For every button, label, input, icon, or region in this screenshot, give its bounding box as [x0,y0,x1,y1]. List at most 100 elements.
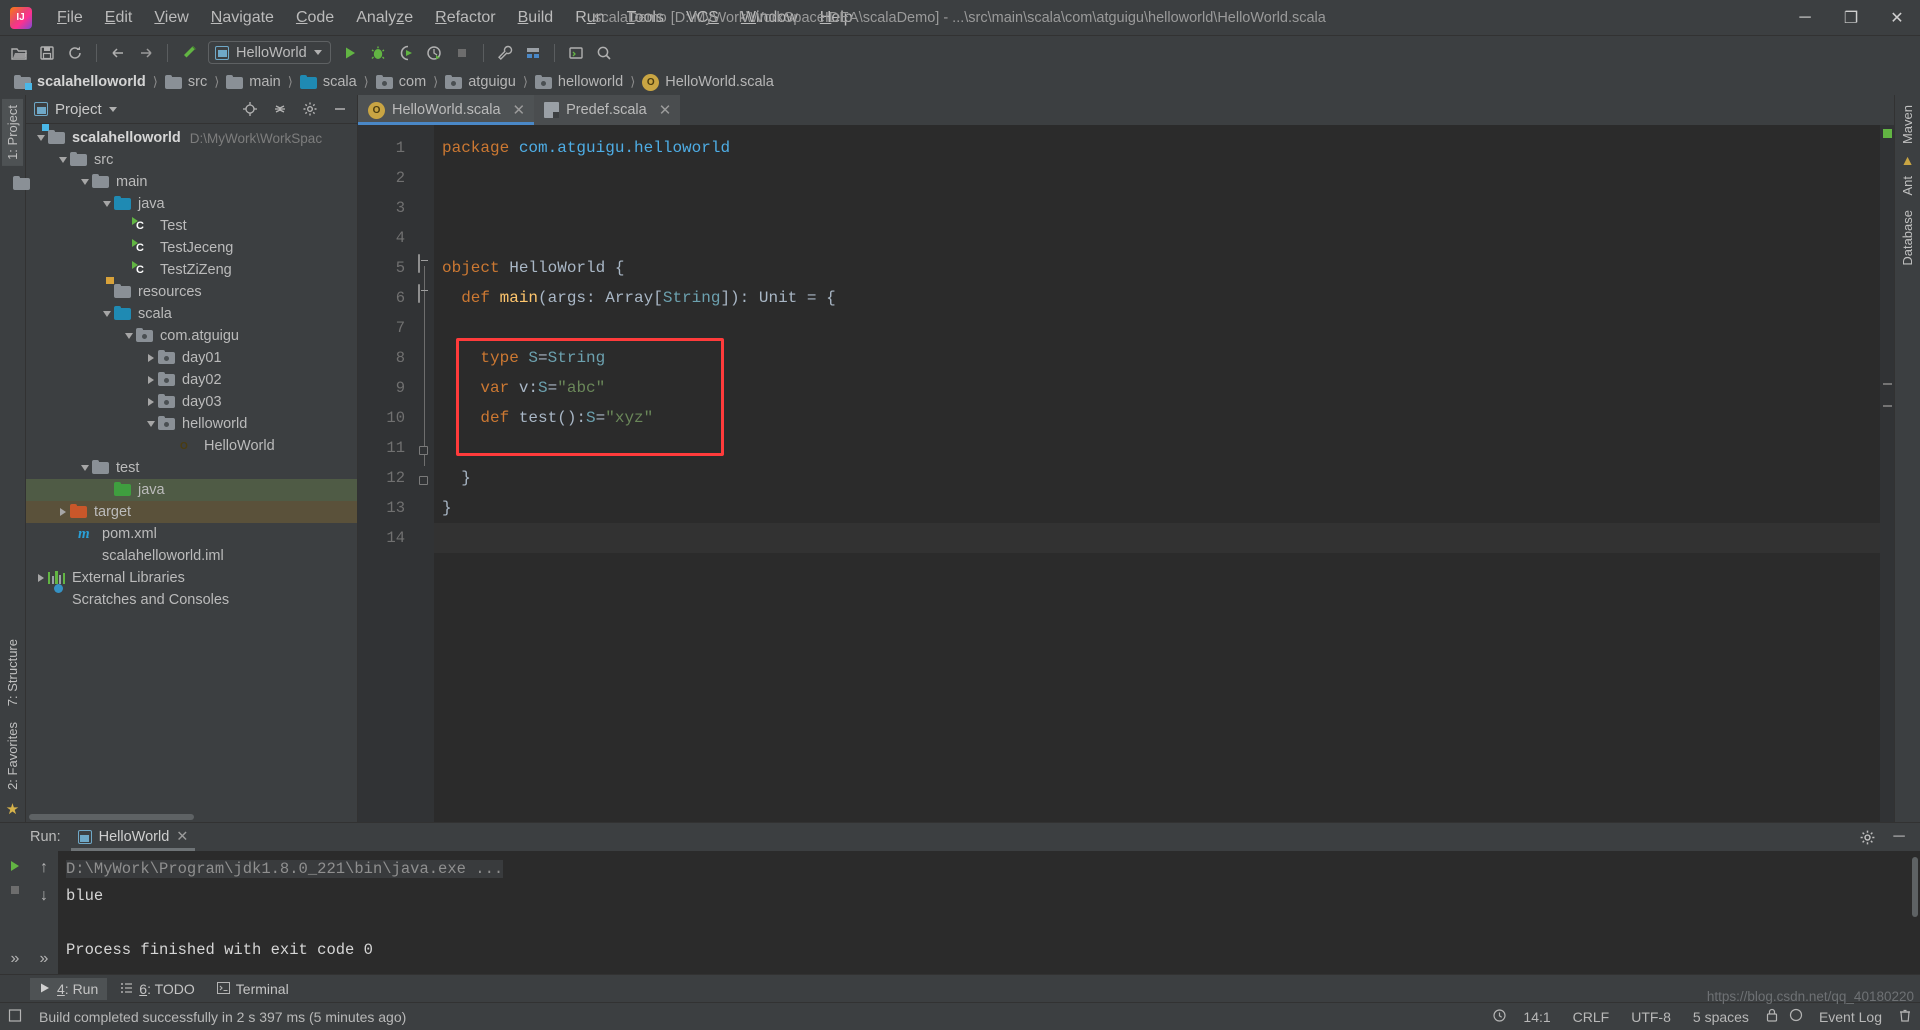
tool-tab-todo[interactable]: 6: TODO [111,978,204,1000]
expand2-icon[interactable]: » [33,948,55,970]
locate-icon[interactable] [239,98,261,120]
close-button[interactable]: ✕ [1874,0,1920,36]
tree-item-resources[interactable]: resources [26,277,357,303]
fold-object-icon[interactable] [418,254,430,466]
sidebar-tab-favorites[interactable]: 2: Favorites [2,716,23,796]
close-icon[interactable]: ✕ [513,101,526,119]
hide-icon[interactable] [329,98,351,120]
menu-item-code[interactable]: Code [285,4,345,32]
back-icon[interactable] [105,40,131,66]
chevron-down-icon[interactable] [108,106,117,112]
tree-item-main[interactable]: main [26,171,357,193]
up-icon[interactable]: ↑ [33,857,55,879]
tree-item-java-main[interactable]: java [26,193,357,215]
favorites-star-icon[interactable]: ★ [6,800,19,818]
menu-item-navigate[interactable]: Navigate [200,4,285,32]
menu-item-window[interactable]: Window [730,4,809,32]
tree-item-test-class[interactable]: Test [26,215,357,237]
sidebar-tab-database[interactable]: Database [1897,204,1918,272]
terminal-icon[interactable] [563,40,589,66]
tree-item-testzizeng-class[interactable]: TestZiZeng [26,259,357,281]
forward-icon[interactable] [133,40,159,66]
code-editor[interactable]: 1 2 3 4 5 6 7 8 9 10 11 12 13 14 package… [358,125,1894,822]
event-log-icon[interactable] [1789,1008,1803,1025]
fold-end-object-icon[interactable] [418,475,429,486]
profile-icon[interactable] [421,40,447,66]
sidebar-tab-structure[interactable]: 7: Structure [2,633,23,712]
tree-item-scratches-and-consoles[interactable]: Scratches and Consoles [26,589,357,611]
search-everywhere-icon[interactable] [591,40,617,66]
twisty-right-icon[interactable] [56,508,70,516]
menu-item-build[interactable]: Build [507,4,565,32]
caret-position[interactable]: 14:1 [1517,1007,1556,1027]
menu-item-vcs[interactable]: VCS [675,4,730,32]
close-icon[interactable]: ✕ [176,829,188,845]
file-encoding[interactable]: UTF-8 [1625,1007,1677,1027]
twisty-right-icon[interactable] [144,354,158,362]
collapse-all-icon[interactable] [269,98,291,120]
editor-code-content[interactable]: package com.atguigu.helloworld object He… [434,125,1880,822]
menu-item-view[interactable]: View [143,4,199,32]
twisty-down-icon[interactable] [100,201,114,207]
menu-item-analyze[interactable]: Analyze [345,4,424,32]
hide-icon[interactable]: ─ [1888,826,1910,848]
breadcrumb-item-atguigu[interactable]: atguigu [441,74,520,90]
inspection-status-icon[interactable] [1883,129,1892,138]
fold-end-method-icon[interactable] [418,445,429,456]
tool-tab-terminal[interactable]: Terminal [208,978,298,1000]
tree-item-com-atguigu[interactable]: com.atguigu [26,325,357,347]
twisty-down-icon[interactable] [78,465,92,471]
trash-icon[interactable] [1898,1008,1912,1026]
project-structure-icon[interactable] [520,40,546,66]
menu-item-refactor[interactable]: Refactor [424,4,506,32]
maximize-button[interactable]: ❐ [1828,0,1874,36]
menu-item-run[interactable]: Run [564,4,615,32]
breadcrumb-item-main[interactable]: main [222,74,284,90]
expand-icon[interactable]: » [4,948,26,970]
tree-item-target[interactable]: target [26,501,357,523]
twisty-down-icon[interactable] [144,421,158,427]
tree-item-iml-file[interactable]: scalahelloworld.iml [26,545,357,567]
breadcrumb-item-scalahelloworld[interactable]: scalahelloworld [10,74,150,90]
twisty-down-icon[interactable] [100,311,114,317]
tree-item-test-folder[interactable]: test [26,457,357,479]
tree-item-external-libraries[interactable]: External Libraries [26,567,357,589]
open-icon[interactable] [6,40,32,66]
tree-item-helloworld-pkg[interactable]: helloworld [26,413,357,435]
debug-icon[interactable] [365,40,391,66]
menu-item-help[interactable]: Help [809,4,864,32]
lock-icon[interactable] [1765,1008,1779,1026]
project-panel-title-group[interactable]: Project [34,101,117,118]
run-icon[interactable] [337,40,363,66]
rerun-icon[interactable] [4,855,26,877]
twisty-right-icon[interactable] [144,398,158,406]
event-log-label[interactable]: Event Log [1813,1007,1888,1027]
console-scrollbar[interactable] [1910,851,1920,974]
tree-item-helloworld-object[interactable]: HelloWorld [26,435,357,457]
editor-tab-helloworld-scala[interactable]: HelloWorld.scala ✕ [358,95,535,125]
twisty-right-icon[interactable] [144,376,158,384]
run-configuration-selector[interactable]: HelloWorld [208,41,331,64]
tree-item-java-test[interactable]: java [26,479,357,501]
tree-item-day03[interactable]: day03 [26,391,357,413]
twisty-down-icon[interactable] [34,135,48,141]
down-icon[interactable]: ↓ [33,885,55,907]
indent-setting[interactable]: 5 spaces [1687,1007,1755,1027]
sync-status-icon[interactable] [1492,1008,1507,1026]
build-hammer-icon[interactable] [176,40,202,66]
breadcrumb-item-helloworld[interactable]: helloworld [531,74,627,90]
sidebar-tab-project[interactable]: 1: Project [2,99,23,166]
run-with-coverage-icon[interactable] [393,40,419,66]
menu-item-edit[interactable]: Edit [94,4,144,32]
breadcrumb-item-com[interactable]: com [372,74,430,90]
menu-item-tools[interactable]: Tools [616,4,675,32]
tree-item-scalahelloworld[interactable]: scalahelloworld D:\MyWork\WorkSpac [26,124,357,149]
run-console-output[interactable]: D:\MyWork\Program\jdk1.8.0_221\bin\java.… [58,851,1920,974]
tree-item-testjeceng-class[interactable]: TestJeceng [26,237,357,259]
sync-icon[interactable] [62,40,88,66]
tree-item-day01[interactable]: day01 [26,347,357,369]
settings-wrench-icon[interactable] [492,40,518,66]
close-icon[interactable]: ✕ [659,101,672,119]
breadcrumb-item-helloworld-scala[interactable]: HelloWorld.scala [638,73,778,91]
breadcrumb-item-scala[interactable]: scala [296,74,361,90]
